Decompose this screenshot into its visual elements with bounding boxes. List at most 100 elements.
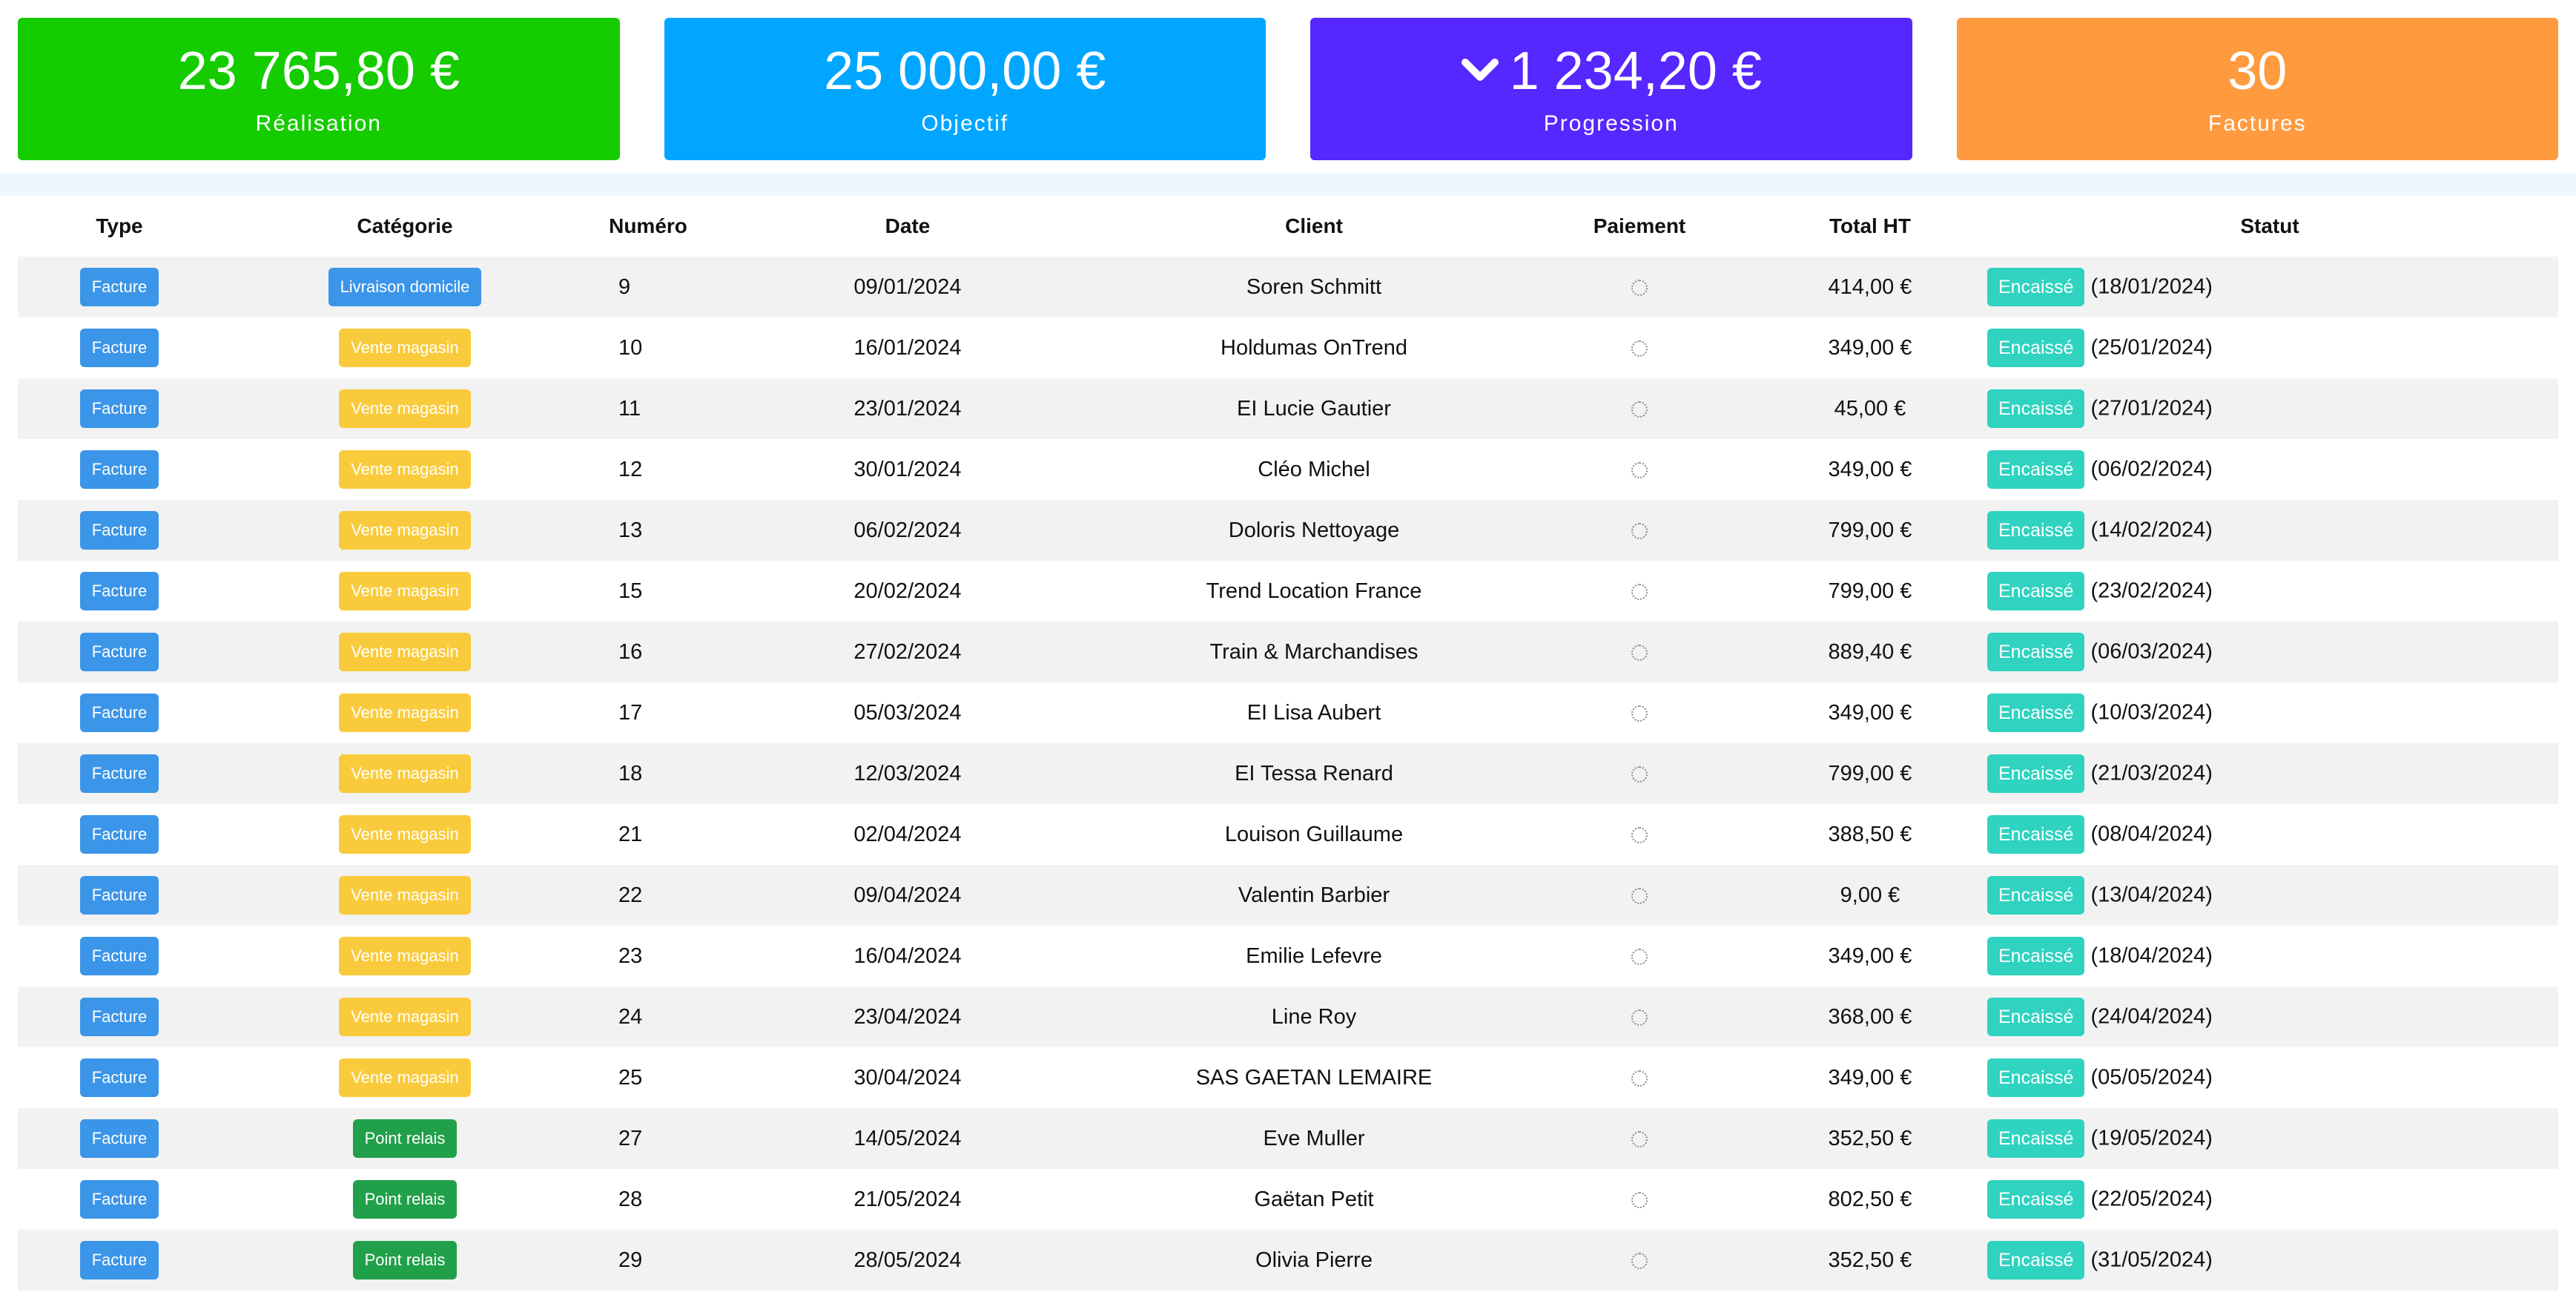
status-badge[interactable]: Encaissé — [1987, 389, 2085, 428]
status-badge[interactable]: Encaissé — [1987, 815, 2085, 854]
column-header-payment[interactable]: Paiement — [1520, 196, 1759, 257]
type-badge[interactable]: Facture — [79, 268, 159, 306]
table-row[interactable]: Facture Vente magasin 25 30/04/2024 SAS GAET… — [18, 1047, 2558, 1108]
type-badge[interactable]: Facture — [79, 937, 159, 975]
dotted-circle-icon[interactable] — [1631, 644, 1648, 661]
table-row[interactable]: Facture Vente magasin 23 16/04/2024 Emilie L… — [18, 926, 2558, 987]
dotted-circle-icon[interactable] — [1631, 705, 1648, 722]
type-badge[interactable]: Facture — [79, 572, 159, 610]
status-badge[interactable]: Encaissé — [1987, 1119, 2085, 1158]
status-badge[interactable]: Encaissé — [1987, 511, 2085, 550]
dotted-circle-icon[interactable] — [1631, 948, 1648, 965]
type-badge[interactable]: Facture — [79, 329, 159, 367]
status-badge[interactable]: Encaissé — [1987, 633, 2085, 671]
type-badge[interactable]: Facture — [79, 1180, 159, 1219]
dotted-circle-icon[interactable] — [1631, 279, 1648, 296]
status-badge[interactable]: Encaissé — [1987, 694, 2085, 732]
table-row[interactable]: Facture Vente magasin 13 06/02/2024 Doloris … — [18, 500, 2558, 561]
table-row[interactable]: Facture Vente magasin 10 16/01/2024 Holdumas… — [18, 317, 2558, 378]
dotted-circle-icon[interactable] — [1631, 826, 1648, 843]
table-row[interactable]: Facture Vente magasin 24 23/04/2024 Line Roy… — [18, 987, 2558, 1047]
table-row[interactable]: Facture Point relais 27 14/05/2024 Eve Mulle… — [18, 1108, 2558, 1169]
category-badge[interactable]: Vente magasin — [339, 633, 471, 671]
status-badge[interactable]: Encaissé — [1987, 876, 2085, 915]
type-badge[interactable]: Facture — [79, 1058, 159, 1097]
dotted-circle-icon[interactable] — [1631, 1009, 1648, 1026]
section-divider — [0, 174, 2576, 196]
cell-status: Encaissé (25/01/2024) — [1981, 317, 2558, 378]
category-badge[interactable]: Vente magasin — [339, 694, 471, 732]
cell-client: Louison Guillaume — [1224, 822, 1404, 846]
category-badge[interactable]: Vente magasin — [339, 815, 471, 854]
dotted-circle-icon[interactable] — [1631, 1070, 1648, 1087]
cell-category: Vente magasin — [221, 865, 589, 926]
table-row[interactable]: Facture Point relais 28 21/05/2024 Gaëtan Pe… — [18, 1169, 2558, 1230]
category-badge[interactable]: Point relais — [352, 1180, 458, 1219]
table-row[interactable]: Facture Point relais 29 28/05/2024 Olivia Pi… — [18, 1230, 2558, 1291]
category-badge[interactable]: Vente magasin — [339, 389, 471, 428]
table-row[interactable]: Facture Vente magasin 15 20/02/2024 Trend Lo… — [18, 561, 2558, 622]
type-badge[interactable]: Facture — [79, 633, 159, 671]
cell-category: Point relais — [221, 1169, 589, 1230]
table-row[interactable]: Facture Vente magasin 12 30/01/2024 Cléo Mic… — [18, 439, 2558, 500]
type-badge[interactable]: Facture — [79, 1241, 159, 1279]
table-row[interactable]: Facture Vente magasin 22 09/04/2024 Valentin… — [18, 865, 2558, 926]
table-row[interactable]: Facture Vente magasin 21 02/04/2024 Louison … — [18, 804, 2558, 865]
category-badge[interactable]: Vente magasin — [339, 450, 471, 489]
dotted-circle-icon[interactable] — [1631, 583, 1648, 600]
column-header-number[interactable]: Numéro — [589, 196, 707, 257]
table-row[interactable]: Facture Vente magasin 11 23/01/2024 EI Lucie… — [18, 378, 2558, 439]
type-badge[interactable]: Facture — [79, 815, 159, 854]
category-badge[interactable]: Vente magasin — [339, 937, 471, 975]
status-badge[interactable]: Encaissé — [1987, 1058, 2085, 1097]
dotted-circle-icon[interactable] — [1631, 340, 1648, 357]
table-row[interactable]: Facture Livraison domicile 9 09/01/2024 Sore… — [18, 257, 2558, 317]
status-badge[interactable]: Encaissé — [1987, 450, 2085, 489]
category-badge[interactable]: Livraison domicile — [328, 268, 482, 306]
type-badge[interactable]: Facture — [79, 511, 159, 550]
dotted-circle-icon[interactable] — [1631, 1130, 1648, 1147]
type-badge[interactable]: Facture — [79, 876, 159, 915]
cell-client: Valentin Barbier — [1238, 883, 1390, 907]
category-badge[interactable]: Point relais — [352, 1119, 458, 1158]
type-badge[interactable]: Facture — [79, 998, 159, 1036]
category-badge[interactable]: Vente magasin — [339, 329, 471, 367]
dotted-circle-icon[interactable] — [1631, 1191, 1648, 1208]
type-badge[interactable]: Facture — [79, 1119, 159, 1158]
category-badge[interactable]: Point relais — [352, 1241, 458, 1279]
dotted-circle-icon[interactable] — [1631, 461, 1648, 478]
column-header-category[interactable]: Catégorie — [221, 196, 589, 257]
category-badge[interactable]: Vente magasin — [339, 754, 471, 793]
category-badge[interactable]: Vente magasin — [339, 511, 471, 550]
category-badge[interactable]: Vente magasin — [339, 1058, 471, 1097]
category-badge[interactable]: Vente magasin — [339, 572, 471, 610]
dotted-circle-icon[interactable] — [1631, 765, 1648, 783]
table-row[interactable]: Facture Vente magasin 17 05/03/2024 EI Lisa … — [18, 682, 2558, 743]
cell-total: 349,00 € — [1828, 457, 1912, 481]
column-header-date[interactable]: Date — [707, 196, 1108, 257]
category-badge[interactable]: Vente magasin — [339, 876, 471, 915]
table-row[interactable]: Facture Vente magasin 18 12/03/2024 EI Tessa… — [18, 743, 2558, 804]
status-badge[interactable]: Encaissé — [1987, 998, 2085, 1036]
type-badge[interactable]: Facture — [79, 389, 159, 428]
type-badge[interactable]: Facture — [79, 754, 159, 793]
dotted-circle-icon[interactable] — [1631, 887, 1648, 904]
type-badge[interactable]: Facture — [79, 694, 159, 732]
column-header-client[interactable]: Client — [1108, 196, 1520, 257]
status-badge[interactable]: Encaissé — [1987, 329, 2085, 367]
status-badge[interactable]: Encaissé — [1987, 1180, 2085, 1219]
type-badge[interactable]: Facture — [79, 450, 159, 489]
dotted-circle-icon[interactable] — [1631, 1252, 1648, 1269]
column-header-type[interactable]: Type — [18, 196, 221, 257]
status-badge[interactable]: Encaissé — [1987, 937, 2085, 975]
table-row[interactable]: Facture Vente magasin 16 27/02/2024 Train & … — [18, 622, 2558, 682]
status-badge[interactable]: Encaissé — [1987, 268, 2085, 306]
status-badge[interactable]: Encaissé — [1987, 1241, 2085, 1279]
column-header-status[interactable]: Statut — [1981, 196, 2558, 257]
column-header-total[interactable]: Total HT — [1759, 196, 1981, 257]
category-badge[interactable]: Vente magasin — [339, 998, 471, 1036]
status-badge[interactable]: Encaissé — [1987, 572, 2085, 610]
status-badge[interactable]: Encaissé — [1987, 754, 2085, 793]
dotted-circle-icon[interactable] — [1631, 401, 1648, 418]
dotted-circle-icon[interactable] — [1631, 522, 1648, 539]
